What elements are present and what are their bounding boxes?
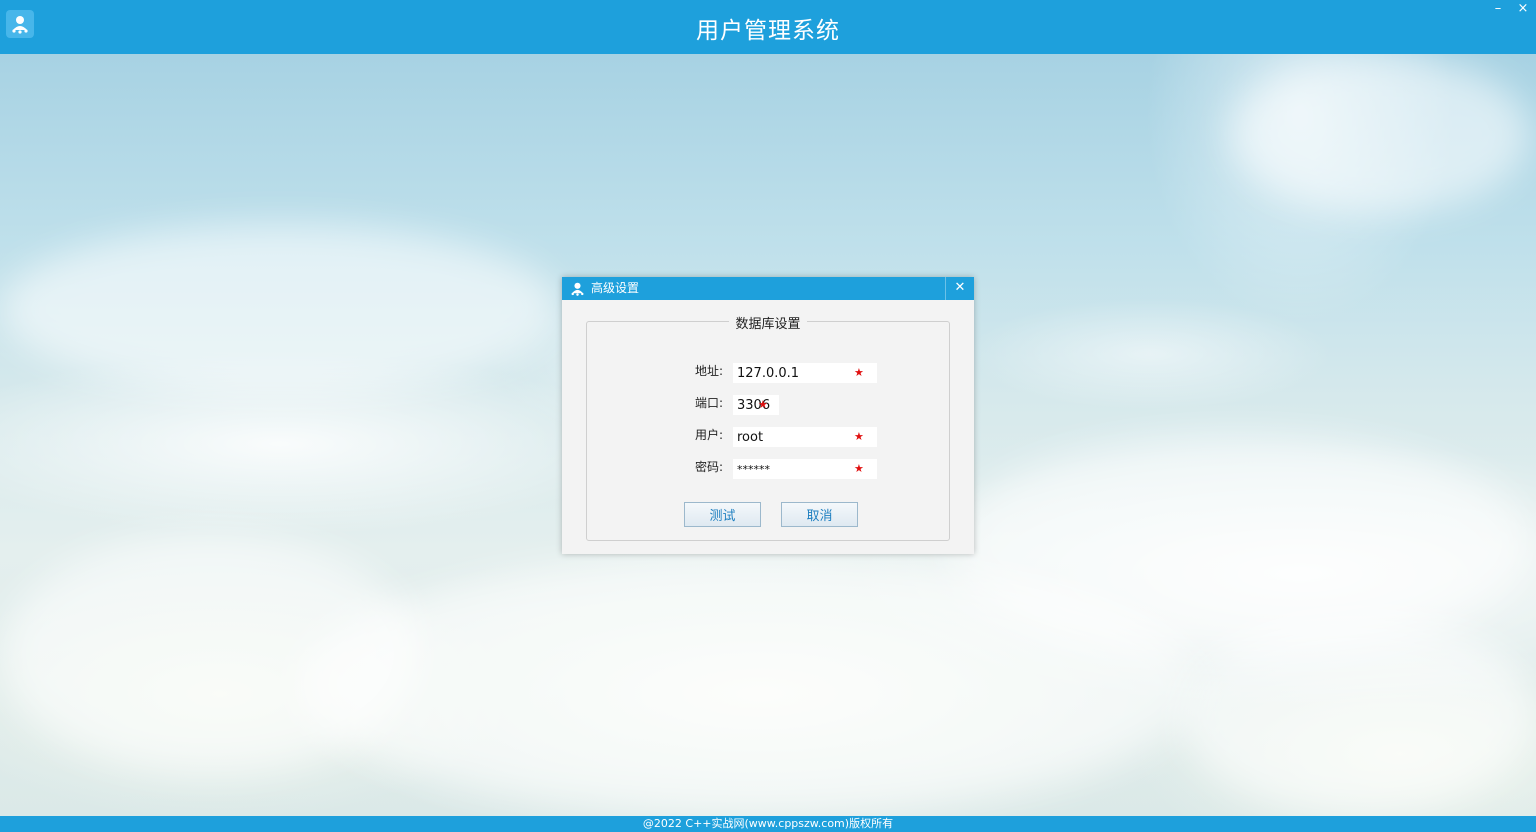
dialog-titlebar[interactable]: 高级设置 ✕ [562,277,974,300]
dialog-title: 高级设置 [591,281,640,295]
copyright-footer: @2022 C++实战网(www.cppszw.com)版权所有 [0,816,1536,832]
required-star: ★ [854,462,864,475]
minimize-button[interactable]: – [1486,0,1510,18]
database-settings-group: 数据库设置 地址: ★ 端口: ★ 用户: ★ 密码: ★ 测试 取消 [586,317,950,541]
required-star: ★ [854,366,864,379]
user-network-icon [570,281,585,296]
main-titlebar[interactable]: 用户管理系统 – × [0,0,1536,54]
advanced-settings-dialog: 高级设置 ✕ 数据库设置 地址: ★ 端口: ★ 用户: ★ 密码: ★ 测试 … [562,277,974,554]
group-title: 数据库设置 [587,313,949,332]
app-title: 用户管理系统 [696,18,840,44]
user-label: 用户: [695,428,724,442]
required-star: ★ [758,398,768,411]
dialog-close-button[interactable]: ✕ [945,277,974,300]
port-label: 端口: [695,396,724,410]
cancel-button[interactable]: 取消 [781,502,858,527]
address-label: 地址: [695,364,724,378]
test-button[interactable]: 测试 [684,502,761,527]
close-button[interactable]: × [1511,0,1535,18]
port-input[interactable] [733,395,779,415]
password-label: 密码: [695,460,724,474]
required-star: ★ [854,430,864,443]
group-title-text: 数据库设置 [729,317,807,332]
